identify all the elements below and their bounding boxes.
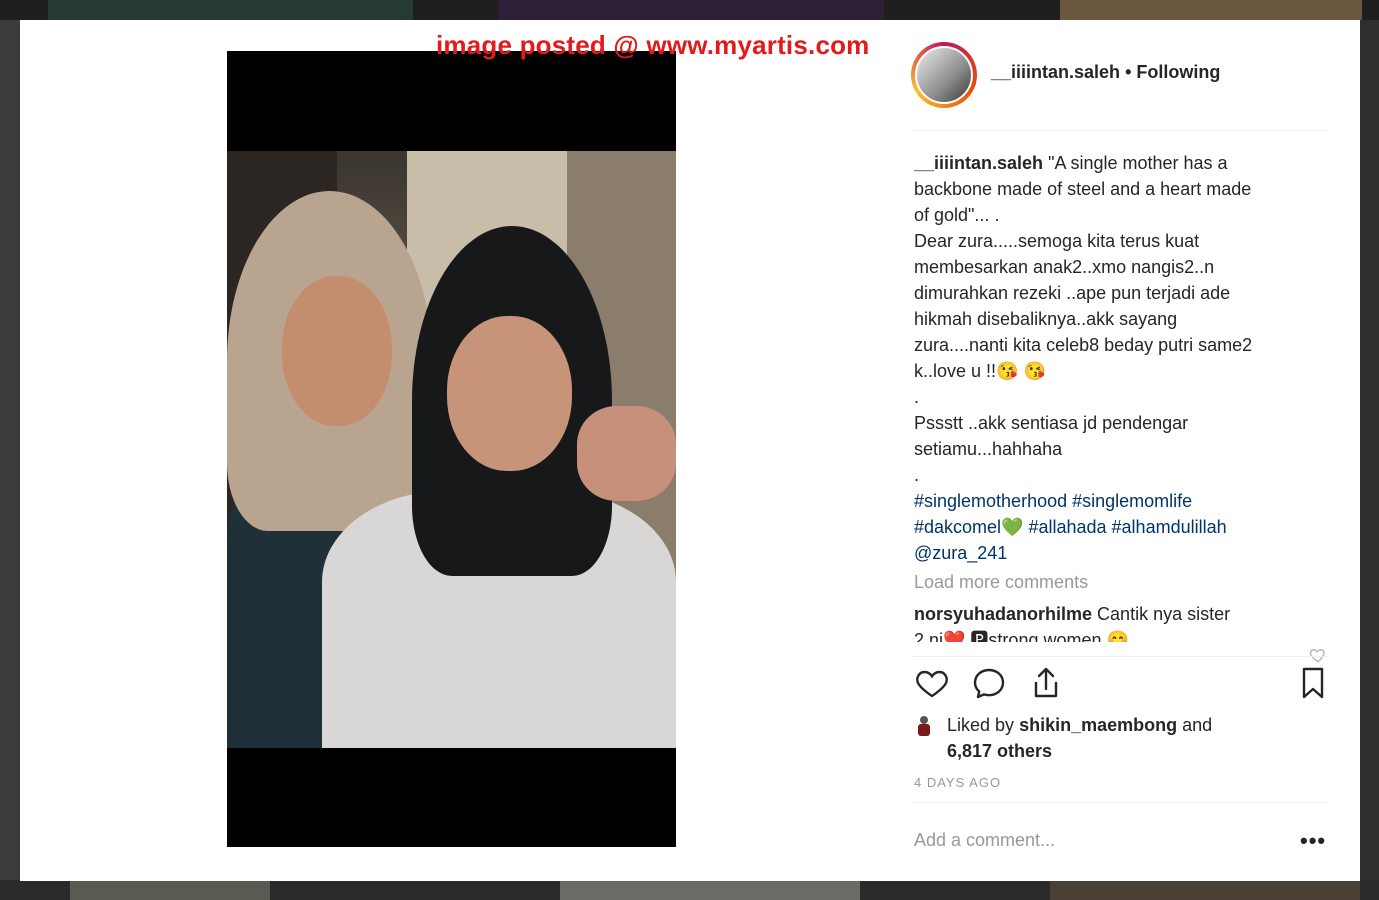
action-bar	[914, 665, 1334, 707]
share-icon[interactable]	[1028, 665, 1064, 701]
comment-bubble-icon[interactable]	[971, 665, 1007, 701]
liked-by-and: and	[1182, 715, 1213, 735]
add-comment-input[interactable]: Add a comment...	[914, 830, 1055, 851]
caption-line: dimurahkan rezeki ..ape pun terjadi ade	[914, 283, 1231, 303]
caption-line: "A single mother has a	[1048, 153, 1228, 173]
likes-count[interactable]: 6,817 others	[947, 741, 1052, 761]
post-header: __iiiintan.saleh • Following	[911, 42, 1343, 108]
photo-person-right-face	[447, 316, 572, 471]
post-photo[interactable]	[227, 151, 676, 748]
caption-line: Dear zura.....semoga kita terus kuat	[914, 231, 1200, 251]
header-user-line: __iiiintan.saleh • Following	[991, 62, 1220, 83]
post-media-area	[20, 20, 906, 881]
caption-line: setiamu...hahhaha	[914, 439, 1063, 459]
liker-avatar[interactable]	[914, 714, 934, 738]
photo-person-left-face	[282, 276, 392, 426]
comment-like-heart-icon[interactable]	[1309, 646, 1327, 664]
post-modal: image posted @ www.myartis.com __iiiinta…	[20, 20, 1360, 881]
username-link[interactable]: __iiiintan.saleh	[991, 62, 1120, 82]
comment-text-continued: 2 ni❤️ 🅿strong women 😊	[914, 630, 1129, 642]
actions-divider	[912, 656, 1328, 657]
feed-thumbnail[interactable]	[560, 880, 860, 900]
separator-dot: •	[1125, 62, 1132, 82]
caption-line: zura....nanti kita celeb8 beday putri sa…	[914, 335, 1253, 355]
post-details-pane: __iiiintan.saleh • Following __iiiintan.sa…	[906, 20, 1360, 881]
caption-line: .	[914, 387, 920, 407]
caption-line: .	[914, 465, 920, 485]
feed-thumbnail[interactable]	[498, 0, 884, 20]
caption-line: of gold"... .	[914, 205, 1000, 225]
caption: __iiiintan.saleh "A single mother has a …	[914, 150, 1326, 566]
feed-thumbnail[interactable]	[1060, 0, 1362, 20]
comments-list[interactable]: __iiiintan.saleh "A single mother has a …	[914, 150, 1326, 642]
caption-line: membesarkan anak2..xmo nangis2..n	[914, 257, 1215, 277]
hashtag-line[interactable]: #singlemotherhood #singlemomlife	[914, 488, 1326, 514]
feed-thumbnail[interactable]	[1050, 880, 1360, 900]
background-feed-top	[0, 0, 1379, 20]
caption-line: hikmah disebaliknya..akk sayang	[914, 309, 1178, 329]
backdrop-left[interactable]	[0, 20, 20, 880]
feed-thumbnail[interactable]	[48, 0, 413, 20]
avatar-image	[915, 46, 973, 104]
liked-by-username[interactable]: shikin_maembong	[1019, 715, 1177, 735]
post-photo-frame	[227, 51, 676, 847]
background-feed-bottom	[0, 880, 1379, 900]
comment-text: Cantik nya sister	[1097, 604, 1231, 624]
liked-by-prefix: Liked by	[947, 715, 1015, 735]
following-button[interactable]: Following	[1136, 62, 1220, 82]
more-options-icon[interactable]: •••	[1300, 828, 1326, 854]
caption-line: k..love u !!😘 😘	[914, 361, 1046, 381]
mention-link[interactable]: @zura_241	[914, 540, 1326, 566]
likes-text: Liked by shikin_maembong and 6,817 other…	[947, 712, 1212, 764]
photo-person-right-hand	[577, 406, 676, 501]
load-more-comments-button[interactable]: Load more comments	[914, 572, 1326, 593]
avatar[interactable]	[911, 42, 977, 108]
hashtag-line[interactable]: #dakcomel💚 #allahada #alhamdulillah	[914, 514, 1326, 540]
bookmark-icon[interactable]	[1295, 665, 1331, 701]
heart-icon[interactable]	[914, 665, 950, 701]
watermark-text: image posted @ www.myartis.com	[436, 30, 870, 60]
caption-line: backbone made of steel and a heart made	[914, 179, 1252, 199]
comment-username[interactable]: norsyuhadanorhilme	[914, 604, 1092, 624]
comment-input-divider	[912, 802, 1328, 803]
feed-thumbnail[interactable]	[70, 880, 270, 900]
comment-item: norsyuhadanorhilme Cantik nya sister 2 n…	[914, 601, 1326, 642]
caption-username[interactable]: __iiiintan.saleh	[914, 153, 1043, 173]
caption-line: Pssstt ..akk sentiasa jd pendengar	[914, 413, 1189, 433]
header-divider	[912, 130, 1328, 131]
post-timestamp[interactable]: 4 DAYS AGO	[914, 775, 1001, 790]
backdrop-right[interactable]	[1359, 20, 1379, 880]
